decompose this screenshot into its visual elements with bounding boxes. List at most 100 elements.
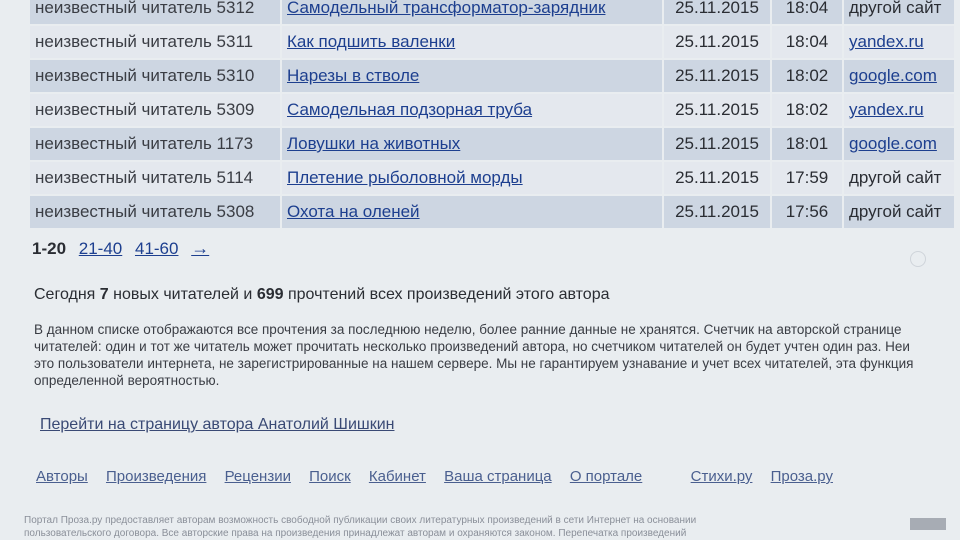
table-cell: неизвестный читатель 5114 [30, 162, 280, 194]
table-cell: неизвестный читатель 5311 [30, 26, 280, 58]
table-cell: 18:04 [772, 0, 842, 24]
readers-summary: Сегодня 7 новых читателей и 699 прочтени… [34, 286, 610, 304]
work-title-link[interactable]: Охота на оленей [287, 202, 420, 221]
footer-link-proza[interactable]: Проза.ру [771, 468, 833, 485]
table-cell: неизвестный читатель 5312 [30, 0, 280, 24]
legal-line: Портал Проза.ру предоставляет авторам во… [24, 515, 697, 526]
table-cell: неизвестный читатель 1173 [30, 128, 280, 160]
work-title-link[interactable]: Самодельная подзорная труба [287, 100, 532, 119]
work-title-link[interactable]: Как подшить валенки [287, 32, 455, 51]
read-date: 25.11.2015 [675, 0, 759, 17]
table-cell: google.com [844, 60, 954, 92]
read-date: 25.11.2015 [675, 66, 759, 85]
table-cell: 18:01 [772, 128, 842, 160]
note-line: это пользователи интернета, не зарегистр… [34, 356, 914, 371]
read-date: 25.11.2015 [675, 32, 759, 51]
read-time: 17:56 [785, 202, 829, 221]
table-cell: yandex.ru [844, 26, 954, 58]
table-cell: Самодельный трансформатор-зарядник [282, 0, 662, 24]
reader-name: неизвестный читатель 5311 [35, 32, 254, 51]
table-cell: google.com [844, 128, 954, 160]
source-link[interactable]: google.com [849, 134, 937, 153]
source-label: другой сайт [849, 202, 942, 221]
reader-name: неизвестный читатель 1173 [35, 134, 254, 153]
table-cell: 17:56 [772, 196, 842, 228]
work-title-link[interactable]: Ловушки на животных [287, 134, 460, 153]
read-time: 18:01 [785, 134, 829, 153]
read-time: 18:04 [785, 32, 829, 51]
table-cell: другой сайт [844, 0, 954, 24]
summary-suffix: прочтений всех произведений этого автора [287, 286, 610, 303]
readers-table: неизвестный читатель 5312 Самодельный тра… [28, 0, 956, 230]
summary-prefix: Сегодня [34, 286, 96, 303]
source-link[interactable]: yandex.ru [849, 32, 924, 51]
work-title-link[interactable]: Нарезы в стволе [287, 66, 419, 85]
footer-link-stihi[interactable]: Стихи.ру [691, 468, 753, 485]
footer-nav: Авторы Произведения Рецензии Поиск Кабин… [36, 468, 847, 485]
table-cell: Нарезы в стволе [282, 60, 662, 92]
source-link[interactable]: google.com [849, 66, 937, 85]
table-cell: другой сайт [844, 162, 954, 194]
table-row: неизвестный читатель 5311 Как подшить вал… [30, 26, 954, 58]
table-row: неизвестный читатель 5312 Самодельный тра… [30, 0, 954, 24]
table-cell: Как подшить валенки [282, 26, 662, 58]
read-time: 18:02 [785, 66, 829, 85]
table-cell: 17:59 [772, 162, 842, 194]
table-cell: другой сайт [844, 196, 954, 228]
read-time: 18:02 [785, 100, 829, 119]
table-row: неизвестный читатель 5308 Охота на оленей… [30, 196, 954, 228]
circle-icon [910, 251, 926, 267]
reader-name: неизвестный читатель 5114 [35, 168, 254, 187]
reader-name: неизвестный читатель 5310 [35, 66, 255, 85]
table-row: неизвестный читатель 5114 Плетение рыболо… [30, 162, 954, 194]
reader-name: неизвестный читатель 5308 [35, 202, 255, 221]
summary-middle: новых читателей и [113, 286, 253, 303]
footer-link-authors[interactable]: Авторы [36, 468, 88, 485]
table-cell: yandex.ru [844, 94, 954, 126]
table-cell: 25.11.2015 [664, 26, 770, 58]
table-row: неизвестный читатель 1173 Ловушки на живо… [30, 128, 954, 160]
table-cell: 18:02 [772, 94, 842, 126]
read-time: 18:04 [785, 0, 829, 17]
note-line: В данном списке отображаются все прочтен… [34, 322, 902, 337]
read-time: 17:59 [785, 168, 829, 187]
next-page-arrow-icon[interactable]: → [191, 238, 209, 258]
table-cell: 25.11.2015 [664, 94, 770, 126]
table-cell: неизвестный читатель 5308 [30, 196, 280, 228]
table-cell: Самодельная подзорная труба [282, 94, 662, 126]
footer-link-works[interactable]: Произведения [106, 468, 206, 485]
footer-link-about[interactable]: О портале [570, 468, 642, 485]
read-date: 25.11.2015 [675, 100, 759, 119]
source-label: другой сайт [849, 0, 942, 17]
table-cell: 25.11.2015 [664, 196, 770, 228]
table-cell: 25.11.2015 [664, 128, 770, 160]
legal-notice: Портал Проза.ру предоставляет авторам во… [24, 514, 904, 540]
footer-link-search[interactable]: Поиск [309, 468, 351, 485]
read-date: 25.11.2015 [675, 202, 759, 221]
footer-link-your-page[interactable]: Ваша страница [444, 468, 552, 485]
work-title-link[interactable]: Плетение рыболовной морды [287, 168, 523, 187]
table-cell: неизвестный читатель 5310 [30, 60, 280, 92]
footer-link-cabinet[interactable]: Кабинет [369, 468, 426, 485]
table-row: неизвестный читатель 5309 Самодельная под… [30, 94, 954, 126]
summary-readings: 699 [256, 286, 284, 303]
note-line: читателей: один и тот же читатель может … [34, 339, 910, 354]
counter-badge [910, 518, 946, 530]
work-title-link[interactable]: Самодельный трансформатор-зарядник [287, 0, 605, 17]
pagination: 1-20 21-40 41-60 → [32, 238, 217, 259]
source-link[interactable]: yandex.ru [849, 100, 924, 119]
legal-line: пользовательского договора. Все авторски… [24, 528, 687, 539]
page-link-21-40[interactable]: 21-40 [79, 239, 122, 258]
info-note: В данном списке отображаются все прочтен… [34, 321, 960, 389]
note-line: определенной вероятностью. [34, 373, 220, 388]
table-cell: Плетение рыболовной морды [282, 162, 662, 194]
footer-link-reviews[interactable]: Рецензии [225, 468, 291, 485]
reader-name: неизвестный читатель 5312 [35, 0, 255, 17]
table-cell: 18:04 [772, 26, 842, 58]
source-label: другой сайт [849, 168, 942, 187]
author-page-link[interactable]: Перейти на страницу автора Анатолий Шишк… [40, 416, 394, 434]
table-cell: неизвестный читатель 5309 [30, 94, 280, 126]
page-current: 1-20 [32, 239, 67, 258]
page-link-41-60[interactable]: 41-60 [135, 239, 178, 258]
table-cell: 18:02 [772, 60, 842, 92]
